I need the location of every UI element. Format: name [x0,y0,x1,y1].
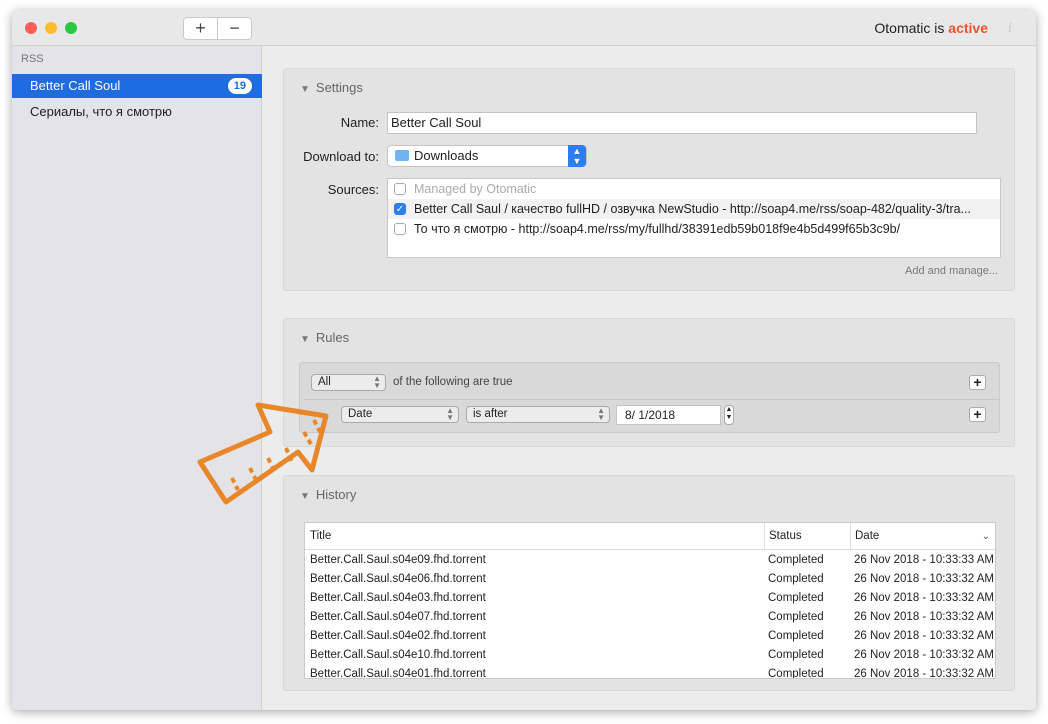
arrow-icon [197,402,329,505]
annotation-arrow [197,402,329,505]
